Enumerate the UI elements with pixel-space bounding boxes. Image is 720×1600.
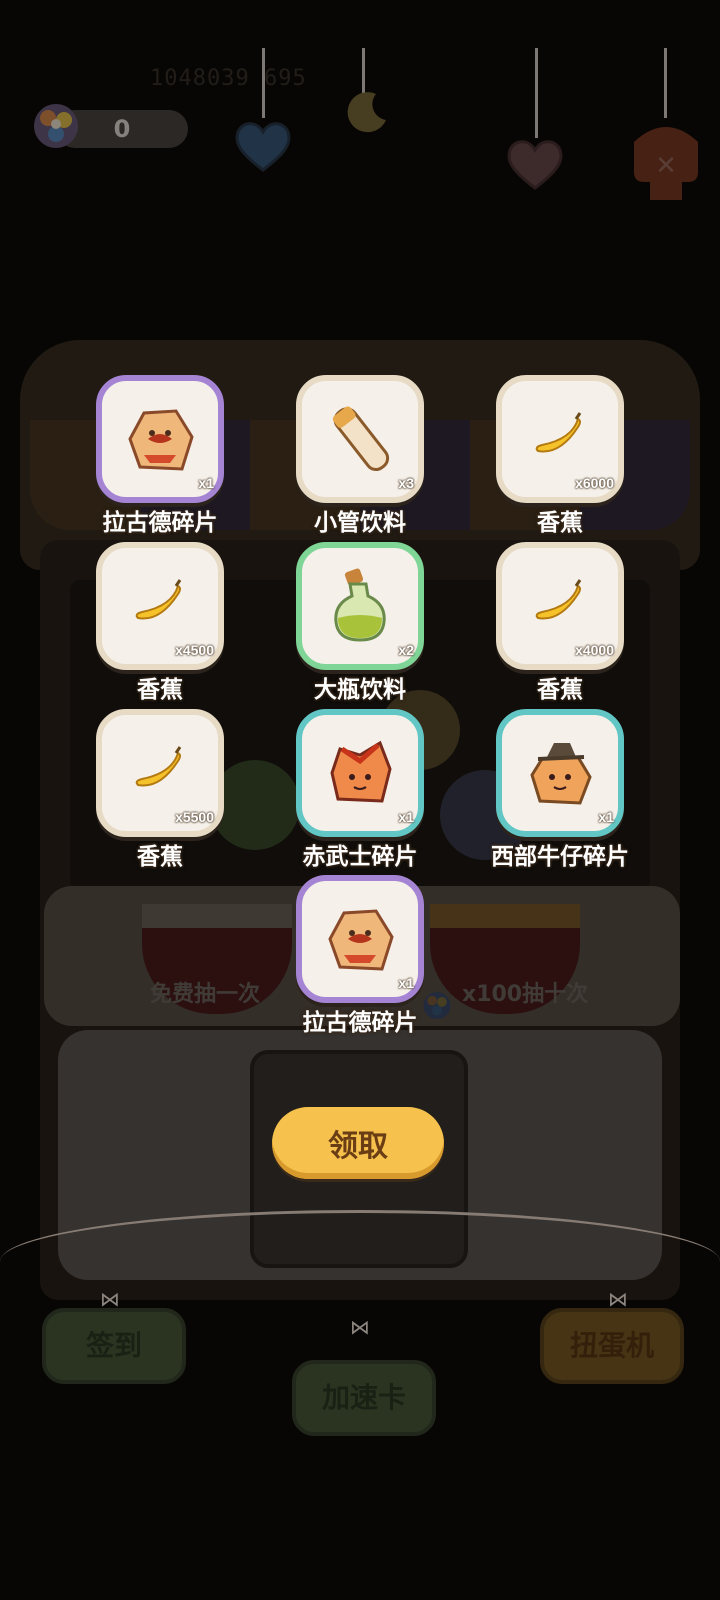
reward-name: 拉古德碎片 (102, 510, 218, 536)
reward-item: x1 拉古德碎片 (296, 875, 424, 1039)
reward-item: x1 赤武士碎片 (296, 709, 424, 873)
reward-tile: x1 (496, 709, 624, 837)
red-samurai-fragment-icon (330, 740, 392, 803)
reward-name: 拉古德碎片 (302, 1010, 418, 1036)
ten-draw-label[interactable]: x100抽十次 (462, 976, 588, 1008)
reward-tile: x4500 (96, 542, 224, 670)
reward-quantity: x6000 (575, 475, 614, 491)
speedup-card-button[interactable]: 加速卡 (292, 1360, 436, 1436)
reward-quantity: x1 (198, 475, 214, 491)
reward-quantity: x4000 (575, 642, 614, 658)
reward-name: 香蕉 (537, 677, 583, 703)
ribbon-bow-icon: ⋈ (100, 1287, 120, 1311)
reward-tile: x3 (296, 375, 424, 503)
reward-item: x5500 香蕉 (96, 709, 224, 873)
reward-item: x2 大瓶饮料 (296, 542, 424, 706)
reward-item: x4500 香蕉 (96, 542, 224, 706)
reward-quantity: x2 (398, 642, 414, 658)
moon-ornament-icon (347, 92, 386, 133)
settings-tag-icon[interactable]: ✕ (624, 112, 708, 204)
reward-tile: x1 (96, 375, 224, 503)
reward-name: 西部牛仔碎片 (491, 844, 629, 870)
reward-quantity: x3 (398, 475, 414, 491)
heart-ornament-icon (235, 122, 291, 172)
ribbon-bow-icon: ⋈ (350, 1315, 370, 1339)
reward-item: x6000 香蕉 (496, 375, 624, 539)
reward-name: 香蕉 (537, 510, 583, 536)
reward-quantity: x5500 (175, 809, 214, 825)
reward-tile: x6000 (496, 375, 624, 503)
reward-tile: x1 (296, 709, 424, 837)
free-draw-label[interactable]: 免费抽一次 (150, 976, 260, 1008)
heart-ornament-icon (507, 140, 563, 190)
flower-coin-icon (34, 104, 78, 148)
hanging-string (664, 48, 667, 118)
reward-item: x1 西部牛仔碎片 (491, 709, 629, 873)
lagood-fragment-icon (328, 909, 394, 971)
small-tube-drink-icon (332, 406, 390, 471)
reward-tile: x4000 (496, 542, 624, 670)
banana-icon (135, 579, 182, 620)
banana-icon (135, 746, 182, 787)
reward-name: 赤武士碎片 (302, 844, 418, 870)
reward-quantity: x1 (398, 809, 414, 825)
big-bottle-drink-icon (334, 568, 386, 642)
reward-name: 小管饮料 (314, 510, 406, 536)
reward-tile: x1 (296, 875, 424, 1003)
reward-name: 大瓶饮料 (314, 677, 406, 703)
reward-item: x3 小管饮料 (296, 375, 424, 539)
reward-name: 香蕉 (137, 844, 183, 870)
ribbon-bow-icon: ⋈ (608, 1287, 628, 1311)
lagood-fragment-icon (128, 409, 194, 471)
gacha-machine-button[interactable]: 扭蛋机 (540, 1308, 684, 1384)
claim-button[interactable]: 领取 (272, 1107, 444, 1179)
reward-tile: x2 (296, 542, 424, 670)
reward-name: 香蕉 (137, 677, 183, 703)
western-cowboy-fragment-icon (530, 743, 592, 805)
reward-quantity: x4500 (175, 642, 214, 658)
banana-icon (535, 579, 582, 620)
hanging-string (535, 48, 538, 138)
reward-quantity: x1 (598, 809, 614, 825)
reward-item: x1 拉古德碎片 (96, 375, 224, 539)
reward-quantity: x1 (398, 975, 414, 991)
reward-item: x4000 香蕉 (496, 542, 624, 706)
checkin-button[interactable]: 签到 (42, 1308, 186, 1384)
svg-text:✕: ✕ (655, 151, 677, 181)
banana-icon (535, 412, 582, 453)
reward-tile: x5500 (96, 709, 224, 837)
resource-stats: 1048039 695 (150, 66, 307, 91)
